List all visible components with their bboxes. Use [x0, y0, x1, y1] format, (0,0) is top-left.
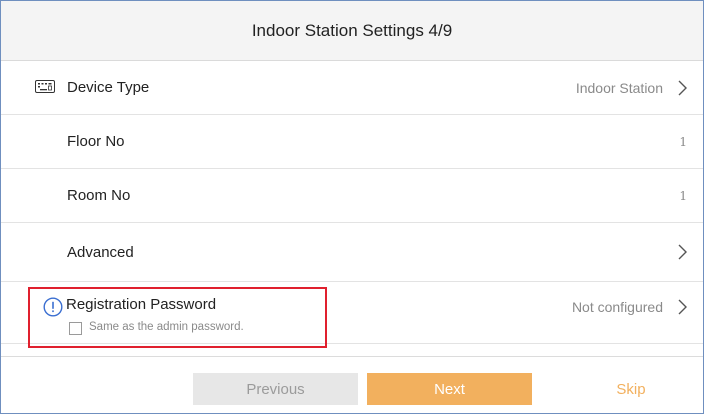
- page-title: Indoor Station Settings 4/9: [251, 20, 453, 40]
- page-header: Indoor Station Settings 4/9: [1, 1, 703, 61]
- next-button[interactable]: Next: [367, 373, 532, 405]
- row-room-no[interactable]: Room No 1: [1, 169, 703, 223]
- row-label-floor-no: Floor No: [67, 133, 125, 150]
- skip-button[interactable]: Skip: [561, 373, 701, 405]
- device-type-value: Indoor Station: [575, 79, 663, 96]
- indoor-station-settings-window: Indoor Station Settings 4/9 Device Type …: [0, 0, 704, 414]
- registration-password-value[interactable]: Not configured: [572, 282, 687, 332]
- row-device-type[interactable]: Device Type Indoor Station: [1, 61, 703, 115]
- footer-bar: Previous Next Skip: [1, 356, 703, 413]
- row-value-floor-no: 1: [679, 115, 687, 168]
- chevron-right-icon: [678, 80, 687, 95]
- previous-button[interactable]: Previous: [193, 373, 358, 405]
- keyboard-icon: [35, 80, 55, 93]
- row-value-room-no: 1: [679, 169, 687, 222]
- room-no-value: 1: [679, 188, 687, 203]
- row-floor-no[interactable]: Floor No 1: [1, 115, 703, 169]
- chevron-right-icon: [678, 299, 687, 315]
- row-value-device-type: Indoor Station: [576, 61, 687, 114]
- row-label-room-no: Room No: [67, 187, 131, 204]
- row-value-advanced: [677, 223, 687, 281]
- highlight-box: [28, 287, 327, 348]
- row-label-advanced: Advanced: [67, 243, 134, 261]
- row-advanced[interactable]: Advanced: [1, 223, 703, 282]
- registration-status-value: Not configured: [571, 299, 663, 315]
- row-label-device-type: Device Type: [67, 79, 150, 96]
- floor-no-value: 1: [679, 134, 687, 149]
- chevron-right-icon: [678, 244, 687, 260]
